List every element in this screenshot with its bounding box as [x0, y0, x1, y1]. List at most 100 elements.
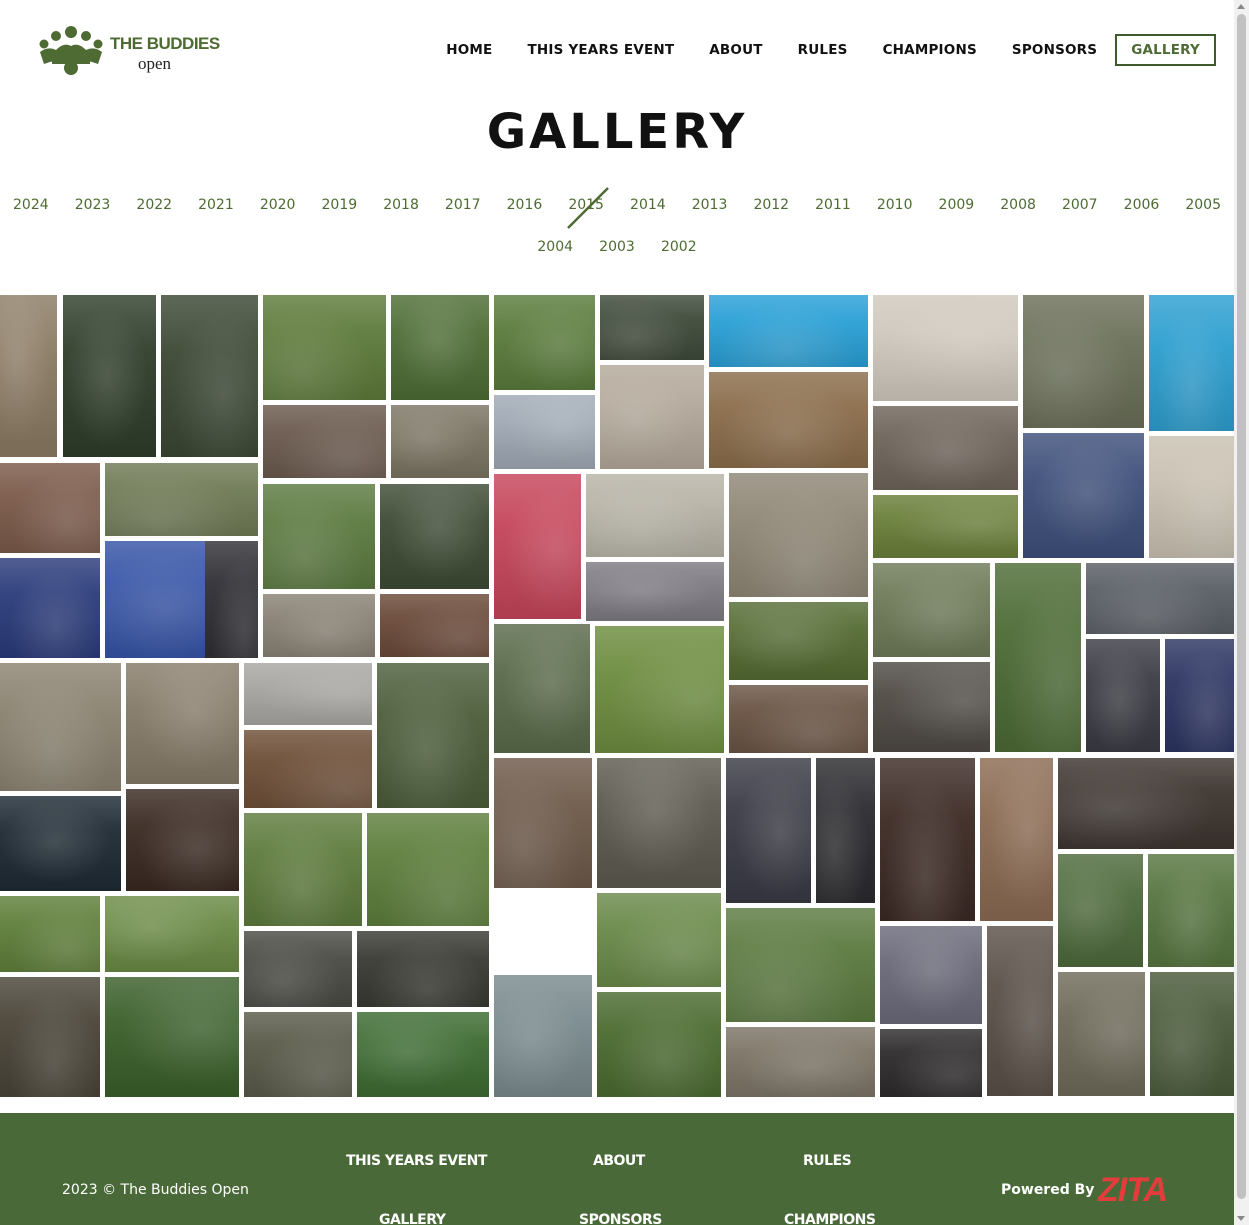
gallery-photo[interactable]	[873, 295, 1018, 401]
gallery-photo[interactable]	[597, 893, 721, 987]
scrollbar-thumb[interactable]	[1237, 14, 1246, 1199]
nav-about[interactable]: ABOUT	[709, 42, 762, 58]
gallery-photo[interactable]	[586, 474, 724, 557]
gallery-photo[interactable]	[0, 463, 100, 553]
nav-rules[interactable]: RULES	[798, 42, 848, 58]
gallery-photo[interactable]	[494, 624, 590, 753]
gallery-photo[interactable]	[391, 295, 489, 400]
nav-home[interactable]: HOME	[446, 42, 492, 58]
year-link-2022[interactable]: 2022	[123, 197, 185, 213]
gallery-photo[interactable]	[377, 663, 489, 808]
gallery-photo[interactable]	[1165, 639, 1234, 752]
zita-brand-logo[interactable]: ZITA	[1098, 1171, 1168, 1210]
year-link-2006[interactable]: 2006	[1111, 197, 1173, 213]
gallery-photo[interactable]	[105, 463, 258, 536]
gallery-photo[interactable]	[873, 563, 990, 657]
gallery-photo[interactable]	[597, 758, 721, 888]
gallery-photo[interactable]	[726, 1027, 875, 1097]
gallery-photo[interactable]	[873, 662, 990, 752]
gallery-photo[interactable]	[380, 594, 489, 657]
nav-champions[interactable]: CHAMPIONS	[883, 42, 977, 58]
year-link-2017[interactable]: 2017	[432, 197, 494, 213]
gallery-photo[interactable]	[244, 1012, 352, 1097]
footer-link-this-years-event[interactable]: THIS YEARS EVENT	[346, 1153, 487, 1169]
year-link-2012[interactable]: 2012	[740, 197, 802, 213]
year-link-2019[interactable]: 2019	[308, 197, 370, 213]
gallery-photo[interactable]	[726, 908, 875, 1022]
gallery-photo[interactable]	[244, 730, 372, 808]
nav-sponsors[interactable]: SPONSORS	[1012, 42, 1097, 58]
scroll-down-icon[interactable]	[1237, 1216, 1245, 1221]
scroll-up-icon[interactable]	[1237, 4, 1245, 9]
gallery-photo[interactable]	[0, 558, 100, 658]
year-link-2005[interactable]: 2005	[1172, 197, 1234, 213]
footer-link-sponsors[interactable]: SPONSORS	[579, 1212, 662, 1225]
footer-link-gallery[interactable]: GALLERY	[379, 1212, 446, 1225]
gallery-photo[interactable]	[0, 796, 121, 891]
gallery-photo[interactable]	[263, 295, 386, 400]
nav-this-years-event[interactable]: THIS YEARS EVENT	[527, 42, 674, 58]
gallery-photo[interactable]	[995, 563, 1081, 752]
gallery-photo[interactable]	[263, 484, 375, 589]
year-link-2021[interactable]: 2021	[185, 197, 247, 213]
year-link-2004[interactable]: 2004	[524, 239, 586, 255]
gallery-photo[interactable]	[880, 1029, 982, 1097]
gallery-photo[interactable]	[494, 758, 592, 888]
gallery-photo[interactable]	[980, 758, 1053, 921]
gallery-photo[interactable]	[726, 758, 811, 903]
gallery-photo[interactable]	[873, 406, 1018, 490]
gallery-photo[interactable]	[597, 992, 721, 1097]
gallery-photo[interactable]	[709, 295, 868, 367]
gallery-photo[interactable]	[1149, 295, 1234, 431]
year-link-2008[interactable]: 2008	[987, 197, 1049, 213]
gallery-photo[interactable]	[600, 365, 704, 469]
year-link-2016[interactable]: 2016	[494, 197, 556, 213]
gallery-photo[interactable]	[880, 758, 975, 921]
year-link-2024[interactable]: 2024	[0, 197, 62, 213]
gallery-photo[interactable]	[600, 295, 704, 360]
gallery-photo[interactable]	[1058, 854, 1143, 967]
gallery-photo[interactable]	[263, 594, 375, 657]
site-logo[interactable]: THE BUDDIES open	[38, 22, 220, 78]
gallery-photo[interactable]	[729, 473, 868, 597]
gallery-photo[interactable]	[105, 977, 239, 1097]
gallery-photo[interactable]	[816, 758, 875, 903]
gallery-photo[interactable]	[1149, 436, 1234, 558]
gallery-photo[interactable]	[263, 405, 386, 478]
year-link-2023[interactable]: 2023	[62, 197, 124, 213]
gallery-photo[interactable]	[586, 562, 724, 621]
gallery-photo[interactable]	[709, 372, 868, 468]
gallery-photo[interactable]	[105, 896, 239, 972]
gallery-photo[interactable]	[494, 395, 595, 469]
gallery-photo[interactable]	[0, 295, 57, 457]
footer-link-champions[interactable]: CHAMPIONS	[784, 1212, 876, 1225]
gallery-photo[interactable]	[1086, 639, 1160, 752]
vertical-scrollbar[interactable]	[1234, 0, 1249, 1225]
gallery-photo[interactable]	[244, 663, 372, 725]
gallery-photo[interactable]	[873, 495, 1018, 558]
gallery-photo[interactable]	[0, 663, 121, 791]
gallery-photo[interactable]	[1023, 295, 1144, 428]
gallery-photo[interactable]	[357, 1012, 489, 1097]
gallery-photo[interactable]	[367, 813, 489, 926]
footer-link-about[interactable]: ABOUT	[593, 1153, 645, 1169]
gallery-photo[interactable]	[244, 931, 352, 1007]
year-link-2003[interactable]: 2003	[586, 239, 648, 255]
gallery-photo[interactable]	[1150, 972, 1234, 1096]
gallery-photo[interactable]	[63, 295, 156, 457]
year-link-2007[interactable]: 2007	[1049, 197, 1111, 213]
footer-link-rules[interactable]: RULES	[803, 1153, 852, 1169]
year-link-2002[interactable]: 2002	[648, 239, 710, 255]
gallery-photo[interactable]	[595, 626, 724, 753]
gallery-photo[interactable]	[729, 602, 868, 680]
year-link-2018[interactable]: 2018	[370, 197, 432, 213]
gallery-photo[interactable]	[880, 926, 982, 1024]
gallery-photo[interactable]	[0, 896, 100, 972]
nav-gallery[interactable]: GALLERY	[1115, 34, 1216, 66]
gallery-photo[interactable]	[1058, 972, 1145, 1096]
gallery-photo[interactable]	[391, 405, 489, 478]
year-link-2014[interactable]: 2014	[617, 197, 679, 213]
gallery-photo[interactable]	[494, 295, 595, 390]
gallery-photo[interactable]	[494, 975, 592, 1097]
gallery-photo[interactable]	[0, 977, 100, 1097]
